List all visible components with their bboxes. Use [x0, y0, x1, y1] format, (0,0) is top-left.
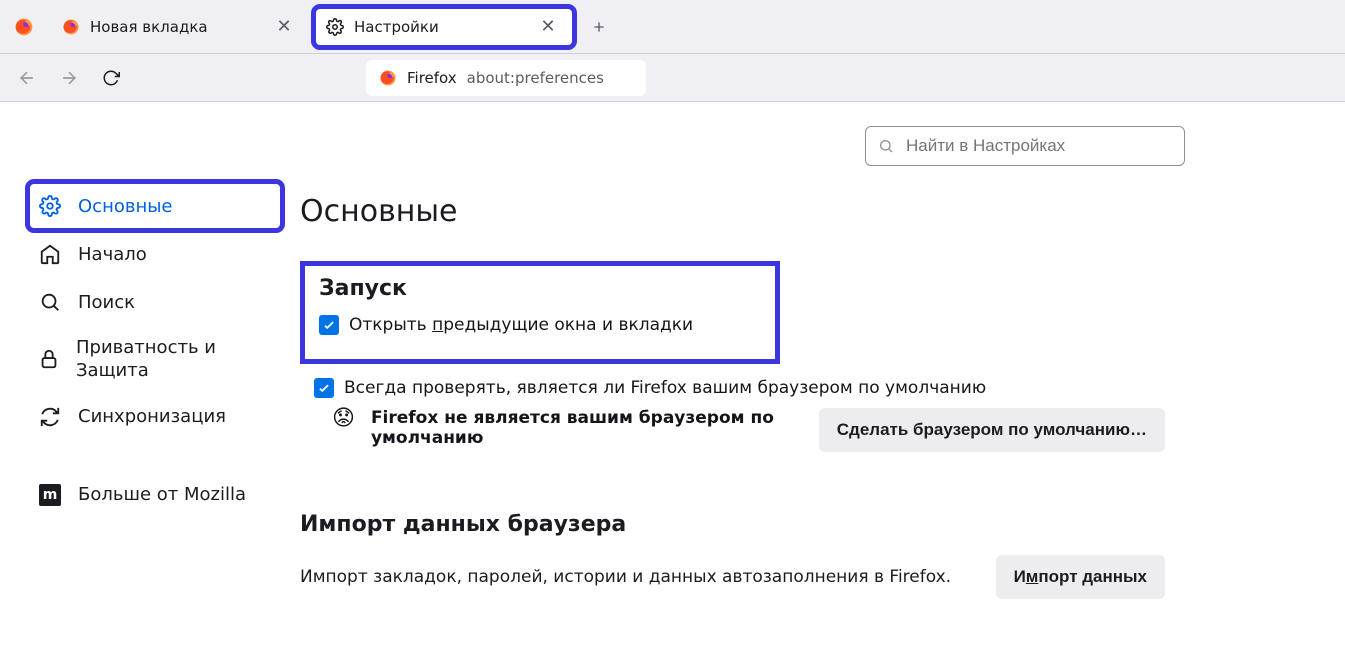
preferences-main: Основные Запуск Открыть предыдущие окна …: [300, 102, 1345, 663]
firefox-app-icon: [0, 17, 48, 37]
sidebar-item-privacy[interactable]: Приватность и Защита: [28, 326, 282, 393]
forward-button[interactable]: [52, 61, 86, 95]
reload-button[interactable]: [94, 61, 128, 95]
startup-section: Запуск Открыть предыдущие окна и вкладки: [300, 261, 780, 364]
restore-session-label: Открыть предыдущие окна и вкладки: [349, 315, 693, 335]
sidebar-item-label: Основные: [78, 196, 173, 217]
address-bar[interactable]: Firefox about:preferences: [366, 60, 646, 96]
sidebar-item-label: Приватность и Защита: [76, 336, 272, 383]
sidebar-item-more-mozilla[interactable]: m Больше от Mozilla: [28, 471, 282, 519]
always-check-default-row[interactable]: Всегда проверять, является ли Firefox ва…: [314, 378, 1285, 398]
not-default-text: Firefox не является вашим браузером по у…: [371, 408, 801, 448]
settings-search-input[interactable]: [904, 135, 1172, 157]
firefox-icon: [379, 69, 397, 87]
sad-face-icon: 😟: [332, 408, 355, 430]
sidebar-item-label: Начало: [78, 244, 147, 265]
page-title: Основные: [300, 194, 1285, 229]
tab-settings[interactable]: Настройки ✕: [314, 7, 574, 47]
home-icon: [38, 242, 62, 266]
sidebar-item-label: Больше от Mozilla: [78, 484, 246, 505]
gear-icon: [326, 18, 344, 36]
tab-new-tab[interactable]: Новая вкладка ✕: [50, 7, 310, 47]
always-check-default-label: Всегда проверять, является ли Firefox ва…: [344, 378, 986, 398]
import-data-button[interactable]: Импорт данных: [996, 555, 1165, 599]
make-default-button[interactable]: Сделать браузером по умолчанию…: [819, 408, 1165, 452]
sidebar-item-search[interactable]: Поиск: [28, 278, 282, 326]
restore-session-row[interactable]: Открыть предыдущие окна и вкладки: [319, 315, 761, 335]
preferences-sidebar: Основные Начало Поиск Приватность и Защи…: [0, 102, 300, 663]
settings-search[interactable]: [865, 126, 1185, 166]
nav-bar: Firefox about:preferences: [0, 54, 1345, 102]
new-tab-button[interactable]: [582, 10, 616, 44]
sidebar-item-home[interactable]: Начало: [28, 230, 282, 278]
tab-bar: Новая вкладка ✕ Настройки ✕: [0, 0, 1345, 54]
checkbox-checked-icon[interactable]: [314, 378, 334, 398]
section-heading-startup: Запуск: [319, 276, 761, 301]
sync-icon: [38, 405, 62, 429]
sidebar-item-label: Поиск: [78, 292, 135, 313]
close-icon[interactable]: ✕: [534, 13, 562, 41]
firefox-icon: [62, 18, 80, 36]
section-heading-import: Импорт данных браузера: [300, 512, 1285, 537]
url-identity: Firefox: [407, 69, 457, 87]
tab-label: Новая вкладка: [90, 18, 260, 36]
sidebar-item-label: Синхронизация: [78, 406, 226, 427]
lock-icon: [38, 347, 60, 371]
firefox-icon: [14, 17, 34, 37]
search-icon: [38, 290, 62, 314]
back-button[interactable]: [10, 61, 44, 95]
mozilla-icon: m: [38, 483, 62, 507]
sidebar-item-general[interactable]: Основные: [28, 182, 282, 230]
sidebar-item-sync[interactable]: Синхронизация: [28, 393, 282, 441]
url-text: about:preferences: [467, 69, 604, 87]
tab-label: Настройки: [354, 18, 524, 36]
search-icon: [878, 138, 894, 154]
gear-icon: [38, 194, 62, 218]
close-icon[interactable]: ✕: [270, 13, 298, 41]
checkbox-checked-icon[interactable]: [319, 315, 339, 335]
import-description: Импорт закладок, паролей, истории и данн…: [300, 567, 951, 587]
